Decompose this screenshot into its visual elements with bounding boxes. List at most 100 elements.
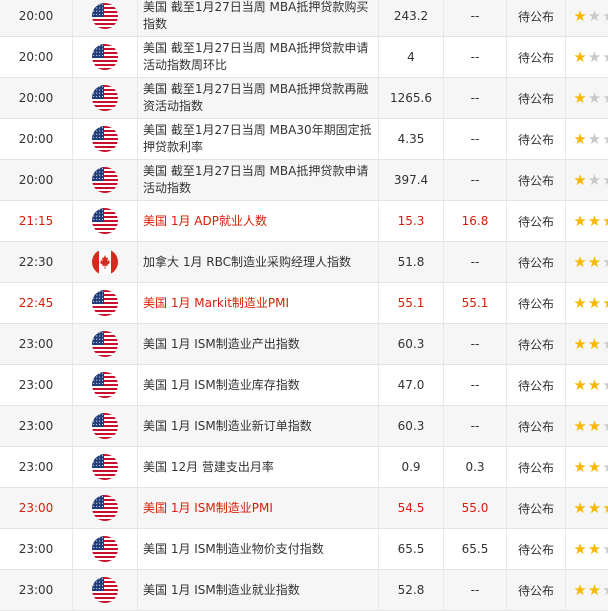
star-icon: ★ — [602, 89, 608, 107]
event-name[interactable]: 美国 1月 ISM制造业物价支付指数 — [138, 529, 379, 570]
calendar-row[interactable]: 23:00 美国 1月 ISM制造业库存指数 47.0 -- 待公布 ★★★ — [0, 365, 608, 406]
event-name[interactable]: 美国 截至1月27日当周 MBA30年期固定抵押贷款利率 — [138, 119, 379, 160]
event-time: 23:00 — [0, 570, 73, 611]
importance-rating: ★★★ — [566, 242, 608, 283]
importance-rating: ★★★ — [566, 447, 608, 488]
star-icon: ★ — [588, 458, 602, 476]
event-name[interactable]: 美国 截至1月27日当周 MBA抵押贷款购买指数 — [138, 0, 379, 37]
event-name[interactable]: 美国 截至1月27日当周 MBA抵押贷款申请活动指数周环比 — [138, 37, 379, 78]
star-icon: ★ — [602, 335, 608, 353]
calendar-row[interactable]: 23:00 美国 1月 ISM制造业PMI 54.5 55.0 待公布 ★★★ — [0, 488, 608, 529]
release-status: 待公布 — [507, 242, 566, 283]
star-icon: ★ — [602, 48, 608, 66]
star-icon: ★ — [602, 171, 608, 189]
country-flag-cell — [73, 78, 138, 119]
actual-value: 397.4 — [379, 160, 444, 201]
event-name[interactable]: 美国 1月 ISM制造业新订单指数 — [138, 406, 379, 447]
calendar-row[interactable]: 20:00 美国 截至1月27日当周 MBA30年期固定抵押贷款利率 4.35 … — [0, 119, 608, 160]
us-flag-icon — [92, 3, 118, 29]
importance-rating: ★★★ — [566, 0, 608, 37]
star-icon: ★ — [602, 130, 608, 148]
importance-rating: ★★★ — [566, 406, 608, 447]
star-icon: ★ — [602, 7, 608, 25]
calendar-row[interactable]: 20:00 美国 截至1月27日当周 MBA抵押贷款购买指数 243.2 -- … — [0, 0, 608, 37]
us-flag-icon — [92, 577, 118, 603]
event-name[interactable]: 美国 1月 ISM制造业产出指数 — [138, 324, 379, 365]
country-flag-cell — [73, 324, 138, 365]
event-name[interactable]: 美国 1月 Markit制造业PMI — [138, 283, 379, 324]
event-time: 20:00 — [0, 37, 73, 78]
star-icon: ★ — [588, 7, 602, 25]
us-flag-icon — [92, 44, 118, 70]
event-name[interactable]: 加拿大 1月 RBC制造业采购经理人指数 — [138, 242, 379, 283]
release-status: 待公布 — [507, 324, 566, 365]
calendar-row[interactable]: 20:00 美国 截至1月27日当周 MBA抵押贷款再融资活动指数 1265.6… — [0, 78, 608, 119]
event-time: 20:00 — [0, 0, 73, 37]
us-flag-icon — [92, 536, 118, 562]
star-icon: ★ — [602, 458, 608, 476]
importance-rating: ★★★ — [566, 201, 608, 242]
country-flag-cell — [73, 37, 138, 78]
star-icon: ★ — [602, 376, 608, 394]
calendar-row[interactable]: 21:15 美国 1月 ADP就业人数 15.3 16.8 待公布 ★★★ — [0, 201, 608, 242]
calendar-row[interactable]: 23:00 美国 1月 ISM制造业新订单指数 60.3 -- 待公布 ★★★ — [0, 406, 608, 447]
us-flag-icon — [92, 208, 118, 234]
event-name[interactable]: 美国 12月 营建支出月率 — [138, 447, 379, 488]
country-flag-cell — [73, 0, 138, 37]
us-flag-icon — [92, 454, 118, 480]
event-time: 20:00 — [0, 78, 73, 119]
calendar-row[interactable]: 23:00 美国 12月 营建支出月率 0.9 0.3 待公布 ★★★ — [0, 447, 608, 488]
star-icon: ★ — [588, 335, 602, 353]
event-name[interactable]: 美国 1月 ISM制造业就业指数 — [138, 570, 379, 611]
calendar-row[interactable]: 20:00 美国 截至1月27日当周 MBA抵押贷款申请活动指数周环比 4 --… — [0, 37, 608, 78]
event-name[interactable]: 美国 1月 ADP就业人数 — [138, 201, 379, 242]
importance-rating: ★★★ — [566, 488, 608, 529]
star-icon: ★ — [588, 376, 602, 394]
importance-rating: ★★★ — [566, 283, 608, 324]
actual-value: 60.3 — [379, 406, 444, 447]
importance-rating: ★★★ — [566, 78, 608, 119]
star-icon: ★ — [602, 417, 608, 435]
country-flag-cell — [73, 242, 138, 283]
star-icon: ★ — [588, 130, 602, 148]
release-status: 待公布 — [507, 0, 566, 37]
forecast-value: 0.3 — [444, 447, 507, 488]
release-status: 待公布 — [507, 201, 566, 242]
event-name[interactable]: 美国 截至1月27日当周 MBA抵押贷款再融资活动指数 — [138, 78, 379, 119]
calendar-row[interactable]: 23:00 美国 1月 ISM制造业产出指数 60.3 -- 待公布 ★★★ — [0, 324, 608, 365]
forecast-value: 55.0 — [444, 488, 507, 529]
calendar-row[interactable]: 20:00 美国 截至1月27日当周 MBA抵押贷款申请活动指数 397.4 -… — [0, 160, 608, 201]
event-time: 20:00 — [0, 119, 73, 160]
star-icon: ★ — [588, 540, 602, 558]
calendar-row[interactable]: 22:30 加拿大 1月 RBC制造业采购经理人指数 51.8 -- 待公布 ★… — [0, 242, 608, 283]
actual-value: 4 — [379, 37, 444, 78]
star-icon: ★ — [573, 294, 587, 312]
star-icon: ★ — [573, 540, 587, 558]
star-icon: ★ — [588, 212, 602, 230]
star-icon: ★ — [588, 499, 602, 517]
event-name[interactable]: 美国 1月 ISM制造业库存指数 — [138, 365, 379, 406]
us-flag-icon — [92, 126, 118, 152]
release-status: 待公布 — [507, 283, 566, 324]
event-time: 22:45 — [0, 283, 73, 324]
event-name[interactable]: 美国 截至1月27日当周 MBA抵押贷款申请活动指数 — [138, 160, 379, 201]
forecast-value: 65.5 — [444, 529, 507, 570]
actual-value: 47.0 — [379, 365, 444, 406]
actual-value: 60.3 — [379, 324, 444, 365]
country-flag-cell — [73, 488, 138, 529]
calendar-row[interactable]: 23:00 美国 1月 ISM制造业物价支付指数 65.5 65.5 待公布 ★… — [0, 529, 608, 570]
actual-value: 1265.6 — [379, 78, 444, 119]
actual-value: 4.35 — [379, 119, 444, 160]
event-name[interactable]: 美国 1月 ISM制造业PMI — [138, 488, 379, 529]
forecast-value: -- — [444, 324, 507, 365]
event-time: 21:15 — [0, 201, 73, 242]
release-status: 待公布 — [507, 488, 566, 529]
country-flag-cell — [73, 201, 138, 242]
event-time: 23:00 — [0, 365, 73, 406]
calendar-row[interactable]: 22:45 美国 1月 Markit制造业PMI 55.1 55.1 待公布 ★… — [0, 283, 608, 324]
forecast-value: 16.8 — [444, 201, 507, 242]
country-flag-cell — [73, 570, 138, 611]
calendar-row[interactable]: 23:00 美国 1月 ISM制造业就业指数 52.8 -- 待公布 ★★★ — [0, 570, 608, 611]
star-icon: ★ — [588, 417, 602, 435]
star-icon: ★ — [588, 581, 602, 599]
